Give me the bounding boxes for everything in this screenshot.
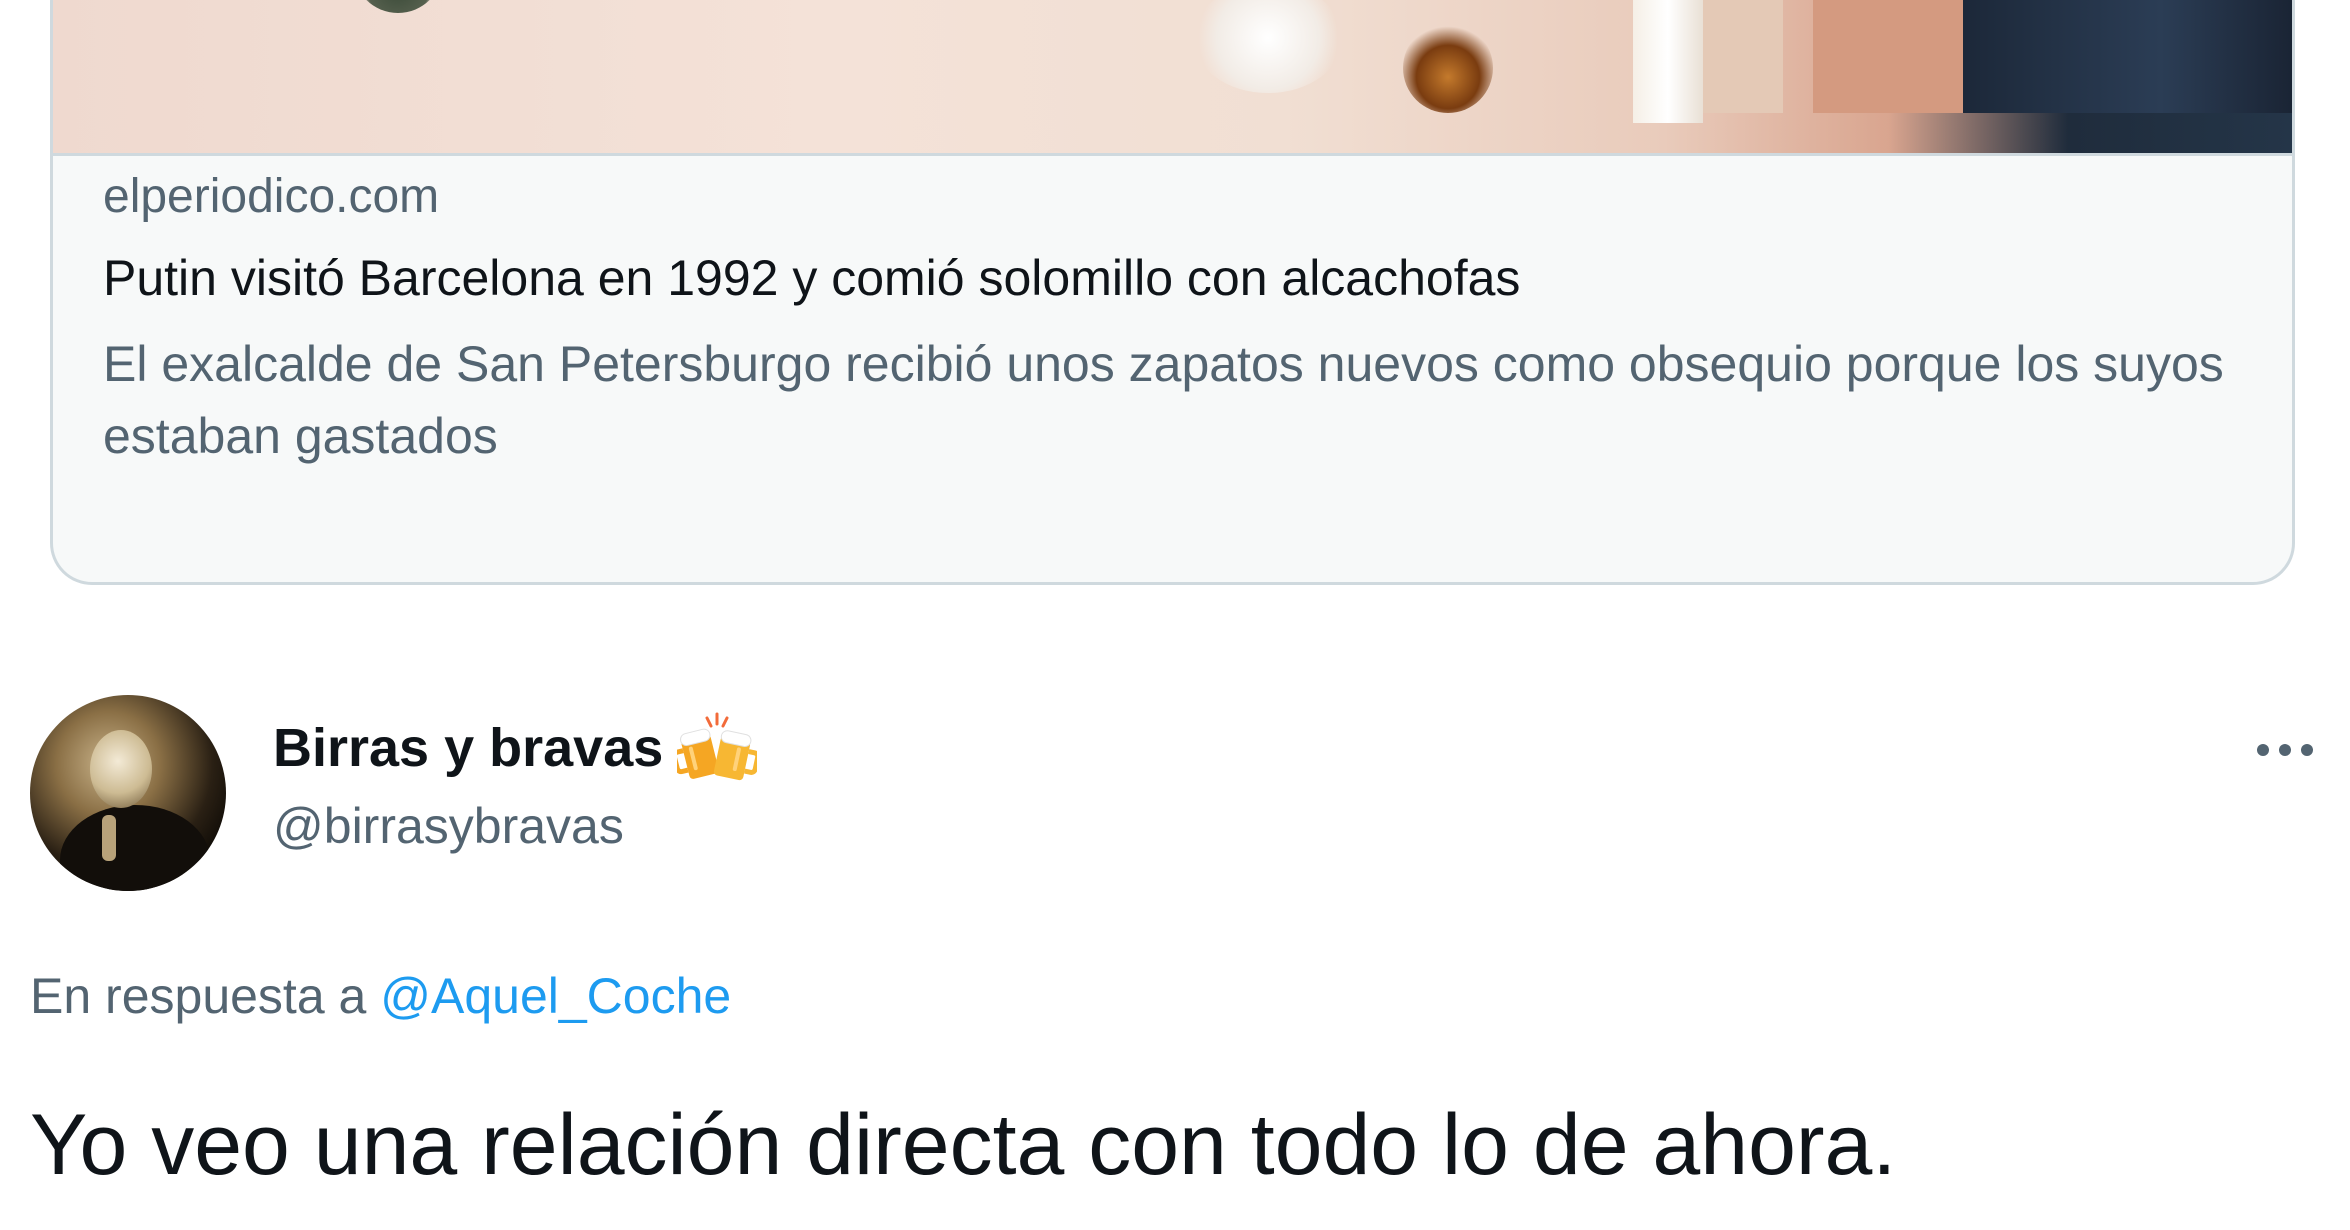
tweet-text: Yo veo una relación directa con todo lo … <box>30 1097 1897 1193</box>
avatar-face <box>90 730 152 808</box>
tweet-header: Birras y bravas @birrasybravas <box>30 695 2320 895</box>
avatar-body <box>60 805 210 891</box>
image-glass <box>1403 23 1493 113</box>
avatar-microphone <box>102 815 116 861</box>
display-name[interactable]: Birras y bravas <box>273 713 663 783</box>
link-preview-text: elperiodico.com Putin visitó Barcelona e… <box>103 168 2253 472</box>
image-plate <box>1193 0 1343 93</box>
link-title: Putin visitó Barcelona en 1992 y comió s… <box>103 250 1521 306</box>
more-dots-icon <box>2257 744 2313 756</box>
avatar[interactable] <box>30 695 226 891</box>
image-flower-decoration <box>353 0 443 13</box>
tweet-screenshot: elperiodico.com Putin visitó Barcelona e… <box>0 0 2350 1230</box>
image-bottle <box>1633 0 1703 123</box>
reply-context: En respuesta a @Aquel_Coche <box>30 965 731 1027</box>
image-suit <box>1963 0 2292 113</box>
beer-mugs-icon <box>672 712 761 784</box>
reply-prefix: En respuesta a <box>30 968 367 1024</box>
reply-mention-link[interactable]: @Aquel_Coche <box>380 968 731 1024</box>
display-name-row[interactable]: Birras y bravas <box>273 712 761 784</box>
link-domain: elperiodico.com <box>103 170 440 223</box>
user-handle[interactable]: @birrasybravas <box>273 795 624 857</box>
link-preview-card[interactable]: elperiodico.com Putin visitó Barcelona e… <box>50 0 2295 585</box>
link-description: El exalcalde de San Petersburgo recibió … <box>103 336 2224 464</box>
more-options-button[interactable] <box>2250 725 2320 775</box>
image-person <box>1813 0 1963 113</box>
link-preview-image[interactable] <box>53 0 2292 156</box>
